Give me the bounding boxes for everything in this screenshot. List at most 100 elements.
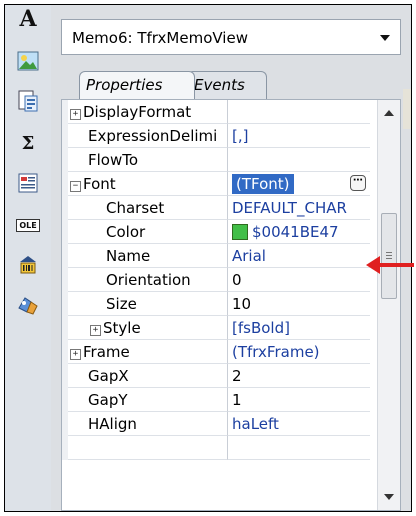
property-name-cell: Charset bbox=[68, 196, 228, 220]
property-name-cell: Size bbox=[68, 292, 228, 316]
property-row[interactable]: Name Arial bbox=[62, 244, 370, 268]
property-value-cell[interactable]: 2 bbox=[228, 364, 370, 388]
property-name-cell: Orientation bbox=[68, 268, 228, 292]
expand-icon[interactable]: + bbox=[70, 349, 81, 360]
ellipsis-button[interactable]: ⋯ bbox=[350, 175, 366, 191]
property-name-cell: ExpressionDelimi bbox=[68, 124, 228, 148]
sum-tool-icon[interactable]: Σ bbox=[15, 131, 41, 155]
property-grid: +DisplayFormat ExpressionDelimi [,] Flo bbox=[61, 99, 401, 511]
object-selector-value: Memo6: TfrxMemoView bbox=[72, 29, 248, 47]
scroll-down-arrow-icon[interactable] bbox=[384, 494, 394, 500]
property-value: 1 bbox=[232, 391, 242, 409]
property-value: $0041BE47 bbox=[252, 223, 339, 241]
property-name: Frame bbox=[83, 343, 130, 361]
property-name: GapY bbox=[88, 391, 128, 409]
property-name: Name bbox=[106, 247, 151, 265]
property-rows: +DisplayFormat ExpressionDelimi [,] Flo bbox=[62, 100, 370, 460]
property-row-color[interactable]: Color $0041BE47 bbox=[62, 220, 370, 244]
property-name-cell: + Style bbox=[68, 316, 228, 340]
property-value-cell[interactable] bbox=[228, 436, 370, 460]
barcode-tool-icon[interactable] bbox=[15, 253, 41, 277]
property-value-cell[interactable] bbox=[228, 148, 370, 172]
property-row[interactable]: FlowTo bbox=[62, 148, 370, 172]
property-name-cell: + DisplayFormat bbox=[68, 100, 228, 124]
property-row[interactable]: ExpressionDelimi [,] bbox=[62, 124, 370, 148]
property-name: FlowTo bbox=[88, 151, 139, 169]
property-name-cell: HAlign bbox=[68, 412, 228, 436]
color-swatch bbox=[232, 224, 248, 240]
property-row-font[interactable]: − Font (TFont) ⋯ bbox=[62, 172, 370, 196]
property-row[interactable]: GapY 1 bbox=[62, 388, 370, 412]
property-value-cell[interactable]: 0 bbox=[228, 268, 370, 292]
text-tool-icon[interactable]: A bbox=[15, 7, 41, 31]
property-value-cell[interactable]: (TFont) ⋯ bbox=[228, 172, 370, 196]
property-name-cell: + Frame bbox=[68, 340, 228, 364]
property-value-cell[interactable]: [,] bbox=[228, 124, 370, 148]
tab-events[interactable]: Events bbox=[187, 71, 267, 99]
property-value-cell[interactable]: 1 bbox=[228, 388, 370, 412]
property-row[interactable]: HAlign haLeft bbox=[62, 412, 370, 436]
vertical-scrollbar[interactable] bbox=[377, 100, 400, 510]
property-value-cell[interactable] bbox=[228, 100, 370, 124]
property-value-cell[interactable]: haLeft bbox=[228, 412, 370, 436]
tab-events-label: Events bbox=[194, 76, 245, 94]
property-row-partial[interactable] bbox=[62, 436, 370, 460]
expand-icon[interactable]: + bbox=[90, 325, 101, 336]
property-name: Style bbox=[103, 319, 141, 337]
property-row[interactable]: + Style [fsBold] bbox=[62, 316, 370, 340]
tool-palette: A Σ OLE bbox=[5, 5, 51, 511]
property-value: Arial bbox=[232, 247, 266, 265]
property-row[interactable]: Orientation 0 bbox=[62, 268, 370, 292]
property-name: GapX bbox=[88, 367, 129, 385]
property-value: haLeft bbox=[232, 415, 279, 433]
property-name: HAlign bbox=[88, 415, 137, 433]
property-name-cell: FlowTo bbox=[68, 148, 228, 172]
property-value: [fsBold] bbox=[232, 319, 290, 337]
picture-tool-icon[interactable] bbox=[15, 49, 41, 73]
ole-tool-icon[interactable]: OLE bbox=[15, 213, 41, 237]
property-name: Size bbox=[106, 295, 137, 313]
selected-property-value: (TFont) bbox=[232, 174, 294, 194]
property-value: DEFAULT_CHAR bbox=[232, 199, 347, 217]
property-name: Color bbox=[106, 223, 146, 241]
property-name-cell bbox=[68, 436, 228, 460]
property-name-cell: GapY bbox=[68, 388, 228, 412]
property-value: 0 bbox=[232, 271, 242, 289]
property-value: (TfrxFrame) bbox=[232, 343, 320, 361]
property-value-cell[interactable]: DEFAULT_CHAR bbox=[228, 196, 370, 220]
subreport-tool-icon[interactable] bbox=[15, 89, 41, 113]
annotation-arrow-icon bbox=[366, 256, 414, 274]
property-value-cell[interactable]: Arial bbox=[228, 244, 370, 268]
property-name: Font bbox=[83, 175, 116, 193]
property-name: ExpressionDelimi bbox=[88, 127, 218, 145]
property-row[interactable]: Size 10 bbox=[62, 292, 370, 316]
property-value: 2 bbox=[232, 367, 242, 385]
property-value-cell[interactable]: $0041BE47 bbox=[228, 220, 370, 244]
property-name: Charset bbox=[106, 199, 165, 217]
property-value-cell[interactable]: (TfrxFrame) bbox=[228, 340, 370, 364]
property-row[interactable]: + Frame (TfrxFrame) bbox=[62, 340, 370, 364]
chevron-down-icon[interactable] bbox=[380, 35, 390, 41]
chart-tool-icon[interactable] bbox=[15, 293, 41, 317]
property-name-cell: − Font bbox=[68, 172, 228, 196]
property-value-cell[interactable]: [fsBold] bbox=[228, 316, 370, 340]
tab-properties[interactable]: Properties bbox=[79, 71, 195, 99]
richtext-tool-icon[interactable] bbox=[15, 171, 41, 195]
expand-icon[interactable]: + bbox=[70, 109, 81, 120]
property-row[interactable]: GapX 2 bbox=[62, 364, 370, 388]
object-inspector-window: A Σ OLE Memo6: TfrxMemoView Events Prope… bbox=[5, 5, 411, 511]
property-name: Orientation bbox=[106, 271, 191, 289]
property-name-cell: Name bbox=[68, 244, 228, 268]
tab-properties-label: Properties bbox=[86, 76, 163, 94]
property-value: 10 bbox=[232, 295, 252, 313]
property-name-cell: Color bbox=[68, 220, 228, 244]
scroll-up-arrow-icon[interactable] bbox=[384, 110, 394, 116]
panel-splitter[interactable] bbox=[403, 89, 411, 129]
property-row[interactable]: Charset DEFAULT_CHAR bbox=[62, 196, 370, 220]
property-row[interactable]: + DisplayFormat bbox=[62, 100, 370, 124]
object-selector-combo[interactable]: Memo6: TfrxMemoView bbox=[61, 19, 401, 55]
property-value-cell[interactable]: 10 bbox=[228, 292, 370, 316]
collapse-icon[interactable]: − bbox=[70, 181, 81, 192]
property-value: [,] bbox=[232, 127, 249, 145]
property-name-cell: GapX bbox=[68, 364, 228, 388]
